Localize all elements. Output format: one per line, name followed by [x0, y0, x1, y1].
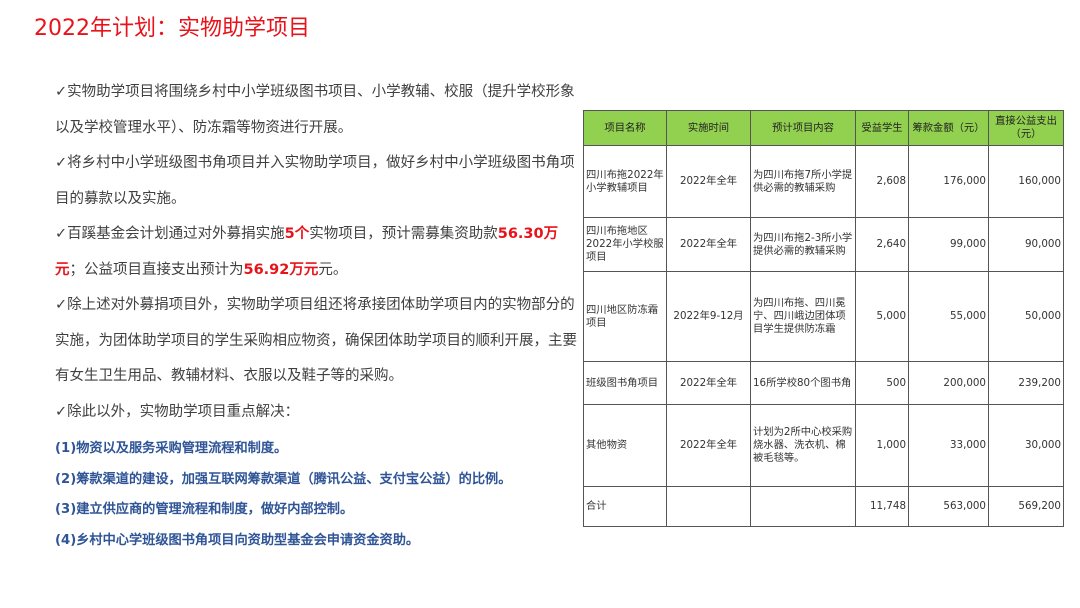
cell-time: 2022年全年 [666, 145, 751, 218]
direct-spend-highlight: 56.92万元 [243, 261, 319, 278]
table-total-row: 合计 11,748 563,000 569,200 [583, 486, 1064, 527]
cell-spend: 160,000 [988, 145, 1064, 218]
cell-fund: 200,000 [908, 361, 989, 405]
column-header-fund: 筹款金额（元） [908, 110, 989, 146]
table-row: 四川地区防冻霜项目 2022年9-12月 为四川布拖、四川冕宁、四川峨边团体项目… [583, 271, 1064, 362]
column-header-students: 受益学生 [855, 110, 909, 146]
bullet-text: 实物项目，预计需募集资助款 [309, 226, 498, 242]
cell-students: 500 [855, 361, 909, 405]
cell-total-spend: 569,200 [988, 486, 1064, 527]
bullet-text: ✓百蹊基金会计划通过对外募捐实施 [55, 226, 285, 242]
cell-content: 16所学校80个图书角 [750, 361, 856, 405]
cell-content: 计划为2所中心校采购烧水器、洗衣机、棉被毛毯等。 [750, 404, 856, 487]
cell-students: 2,640 [855, 217, 909, 272]
cell-total-fund: 563,000 [908, 486, 989, 527]
table-row: 班级图书角项目 2022年全年 16所学校80个图书角 500 200,000 … [583, 361, 1064, 405]
cell-content [750, 486, 856, 527]
key-issue-item: (4)乡村中心学班级图书角项目向资助型基金会申请资金资助。 [55, 532, 420, 548]
slide-title: 2022年计划：实物助学项目 [34, 16, 310, 41]
cell-students: 5,000 [855, 271, 909, 362]
cell-total-students: 11,748 [855, 486, 909, 527]
cell-spend: 239,200 [988, 361, 1064, 405]
cell-spend: 90,000 [988, 217, 1064, 272]
project-count-highlight: 5个 [284, 226, 310, 242]
bullet-text: 元。 [318, 261, 348, 278]
cell-total-label: 合计 [583, 486, 667, 527]
cell-project-name: 其他物资 [583, 404, 667, 487]
cell-students: 2,608 [855, 145, 909, 218]
cell-fund: 99,000 [908, 217, 989, 272]
project-plan-table: 项目名称 实施时间 预计项目内容 受益学生 筹款金额（元） 直接公益支出（元） … [583, 110, 1064, 527]
bullet-group-aid: ✓除上述对外募捐项目外，实物助学项目组还将承接团体助学项目内的实物部分的实施，为… [55, 297, 577, 384]
cell-students: 1,000 [855, 404, 909, 487]
table-row: 四川布拖2022年小学教辅项目 2022年全年 为四川布拖7所小学提供必需的教辅… [583, 145, 1064, 218]
bullet-book-corner: ✓将乡村中小学班级图书角项目并入实物助学项目，做好乡村中小学班级图书角项目的募款… [55, 155, 575, 207]
bullet-list: ✓实物助学项目将围绕乡村中小学班级图书项目、小学教辅、校服（提升学校形象以及学校… [55, 75, 577, 556]
cell-time: 2022年全年 [666, 404, 751, 487]
column-header-content: 预计项目内容 [750, 110, 856, 146]
cell-content: 为四川布拖2-3所小学提供必需的教辅采购 [750, 217, 856, 272]
cell-project-name: 班级图书角项目 [583, 361, 667, 405]
column-header-name: 项目名称 [583, 110, 667, 146]
cell-fund: 176,000 [908, 145, 989, 218]
key-issue-item: (2)筹款渠道的建设，加强互联网筹款渠道（腾讯公益、支付宝公益）的比例。 [55, 471, 512, 487]
bullet-text: ；公益项目直接支出预计为 [69, 261, 244, 278]
cell-fund: 55,000 [908, 271, 989, 362]
cell-time: 2022年9-12月 [666, 271, 751, 362]
cell-time: 2022年全年 [666, 361, 751, 405]
table-row: 其他物资 2022年全年 计划为2所中心校采购烧水器、洗衣机、棉被毛毯等。 1,… [583, 404, 1064, 487]
cell-fund: 33,000 [908, 404, 989, 487]
cell-project-name: 四川地区防冻霜项目 [583, 271, 667, 362]
bullet-key-issues: ✓除此以外，实物助学项目重点解决： [55, 403, 300, 420]
cell-spend: 50,000 [988, 271, 1064, 362]
cell-content: 为四川布拖、四川冕宁、四川峨边团体项目学生提供防冻霜 [750, 271, 856, 362]
cell-content: 为四川布拖7所小学提供必需的教辅采购 [750, 145, 856, 218]
cell-project-name: 四川布拖2022年小学教辅项目 [583, 145, 667, 218]
column-header-time: 实施时间 [666, 110, 751, 146]
column-header-spend: 直接公益支出（元） [988, 110, 1064, 146]
bullet-fundraising-plan: ✓百蹊基金会计划通过对外募捐实施5个实物项目，预计需募集资助款56.30万元；公… [55, 217, 577, 288]
table-row: 四川布拖地区2022年小学校服项目 2022年全年 为四川布拖2-3所小学提供必… [583, 217, 1064, 272]
cell-spend: 30,000 [988, 404, 1064, 487]
bullet-scope: ✓实物助学项目将围绕乡村中小学班级图书项目、小学教辅、校服（提升学校形象以及学校… [55, 84, 575, 136]
cell-time [666, 486, 751, 527]
table-header-row: 项目名称 实施时间 预计项目内容 受益学生 筹款金额（元） 直接公益支出（元） [583, 110, 1064, 146]
key-issue-item: (1)物资以及服务采购管理流程和制度。 [55, 441, 288, 456]
cell-project-name: 四川布拖地区2022年小学校服项目 [583, 217, 667, 272]
key-issue-item: (3)建立供应商的管理流程和制度，做好内部控制。 [55, 502, 354, 517]
cell-time: 2022年全年 [666, 217, 751, 272]
